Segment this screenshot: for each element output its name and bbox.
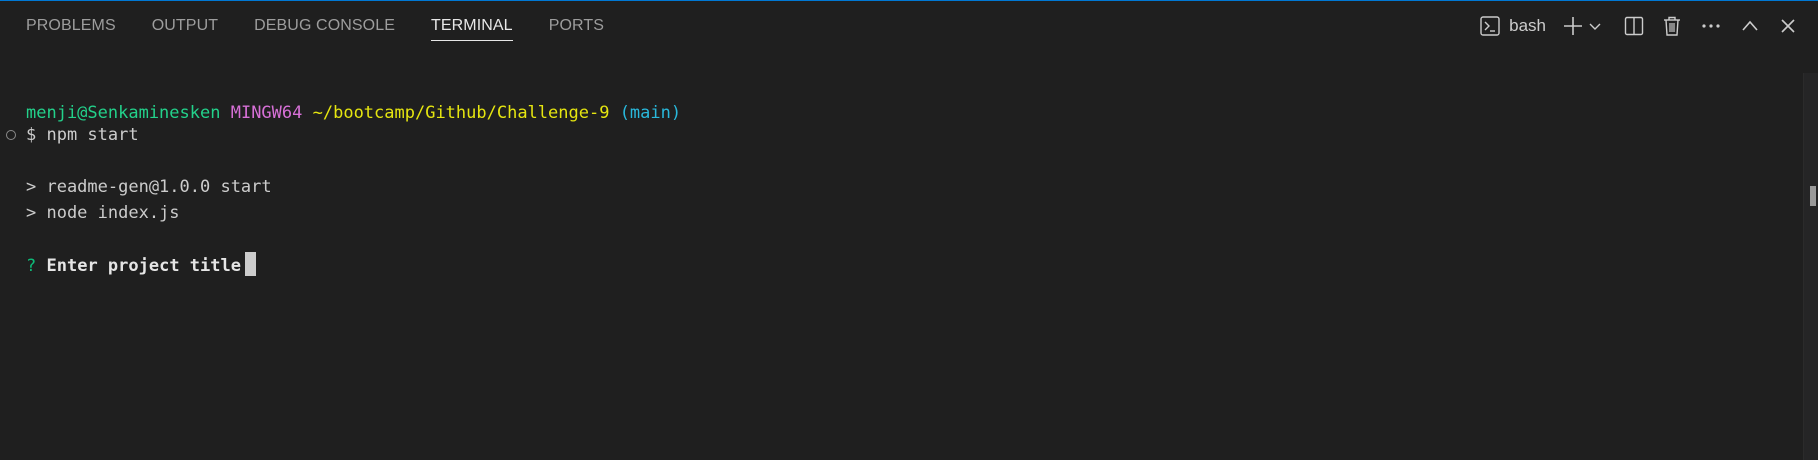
prompt-user-host: menji@Senkaminesken [26, 103, 221, 123]
maximize-panel-button[interactable] [1740, 12, 1760, 40]
plus-icon [1562, 15, 1584, 37]
split-terminal-button[interactable] [1624, 12, 1644, 40]
close-icon [1778, 16, 1798, 36]
tab-ports[interactable]: PORTS [549, 1, 604, 51]
tab-terminal[interactable]: TERMINAL [430, 1, 513, 51]
launch-profile-button[interactable] [1588, 12, 1602, 40]
trash-icon [1662, 15, 1682, 37]
output-line: > readme-gen@1.0.0 start [26, 177, 272, 197]
chevron-down-icon [1588, 19, 1602, 33]
chevron-up-icon [1740, 16, 1760, 36]
tab-problems[interactable]: PROBLEMS [26, 1, 116, 51]
terminal-panel: PROBLEMS OUTPUT DEBUG CONSOLE TERMINAL P… [0, 0, 1818, 460]
tab-debug-console[interactable]: DEBUG CONSOLE [254, 1, 395, 51]
question-mark: ? [26, 256, 37, 276]
terminal-actions: bash [1465, 1, 1798, 51]
prompt-branch: (main) [619, 103, 682, 123]
close-panel-button[interactable] [1778, 12, 1798, 40]
shell-label: bash [1509, 16, 1546, 35]
terminal-cursor [244, 252, 256, 276]
output-line: > node index.js [26, 203, 180, 223]
shell-selector-button[interactable]: bash [1479, 12, 1546, 40]
new-terminal-button[interactable] [1562, 12, 1584, 40]
more-actions-button[interactable] [1700, 12, 1722, 40]
terminal-scrollbar[interactable] [1803, 73, 1818, 460]
scrollbar-thumb[interactable] [1810, 186, 1816, 206]
kill-terminal-button[interactable] [1662, 12, 1682, 40]
question-line: ? Enter project title [26, 252, 256, 278]
panel-tab-bar: PROBLEMS OUTPUT DEBUG CONSOLE TERMINAL P… [0, 1, 640, 51]
ellipsis-icon [1700, 15, 1722, 37]
prompt-path: ~/bootcamp/Github/Challenge-9 [312, 103, 610, 123]
split-icon [1624, 16, 1644, 36]
prompt-system: MINGW64 [230, 103, 303, 123]
command-decoration-icon[interactable] [6, 130, 16, 140]
command-line: $ npm start [26, 125, 139, 145]
terminal-view[interactable]: menji@Senkaminesken MINGW64 ~/bootcamp/G… [0, 51, 1818, 460]
tab-output[interactable]: OUTPUT [152, 1, 218, 51]
terminal-icon [1479, 15, 1501, 37]
question-text: Enter project title [46, 256, 241, 276]
